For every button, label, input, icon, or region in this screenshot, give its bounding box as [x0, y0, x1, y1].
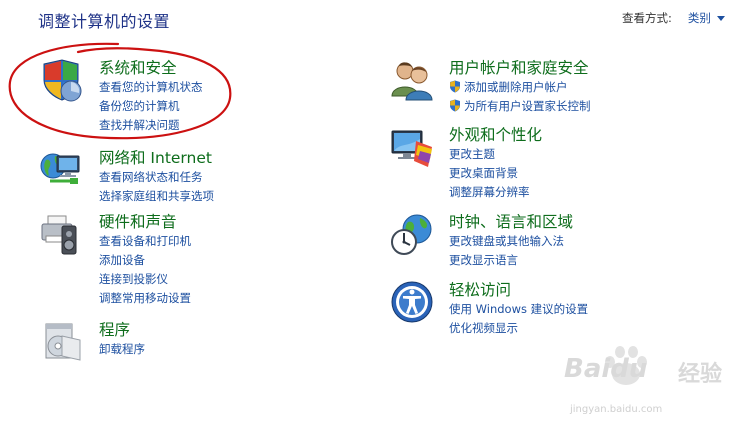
baidu-watermark: Baidu 经验 jingyan.baidu.com — [540, 332, 740, 422]
watermark-brand: Baidu — [564, 354, 648, 384]
watermark-subtitle: 经验 — [678, 362, 723, 387]
watermark-url: jingyan.baidu.com — [570, 404, 663, 415]
